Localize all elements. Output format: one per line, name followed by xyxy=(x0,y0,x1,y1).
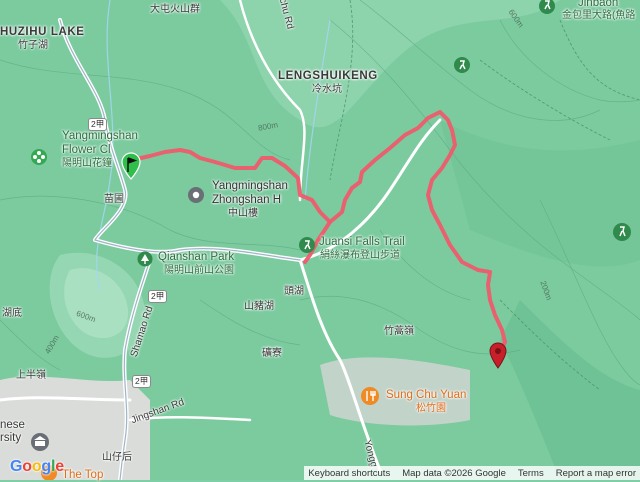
trail-marker-icon-2[interactable] xyxy=(612,222,632,242)
restaurant-icon[interactable] xyxy=(360,386,380,406)
label-juansi-falls-zh: 絹絲瀑布登山步道 xyxy=(320,250,400,261)
label-qianshan-park: Qianshan Park xyxy=(158,251,235,263)
label-shanzhu: 山豬湖 xyxy=(244,301,274,312)
label-flower-clock-1: Yangmingshan xyxy=(62,130,138,142)
label-sung-chu-yuan: Sung Chu Yuan xyxy=(386,389,467,401)
hiking-trail-icon[interactable] xyxy=(298,236,316,254)
label-shuzihu-lake: HUZIHU LAKE xyxy=(0,26,85,38)
label-flower-clock-zh: 陽明山花鐘 xyxy=(62,158,112,169)
label-shuzihu-zh: 竹子湖 xyxy=(18,40,48,51)
keyboard-shortcuts-link[interactable]: Keyboard shortcuts xyxy=(308,468,390,479)
label-flower-clock-2: Flower Cl xyxy=(62,144,111,156)
label-juansi-falls: Juansi Falls Trail xyxy=(319,236,405,248)
label-datun: 大屯火山群 xyxy=(150,4,200,15)
label-jinbao-zh: 金包里大路(魚路 xyxy=(562,10,636,21)
label-jinbao: Jinbaon xyxy=(578,0,619,9)
report-error-link[interactable]: Report a map error xyxy=(556,468,636,479)
hiking-trail-icon-2[interactable] xyxy=(453,56,471,74)
label-rsity: rsity xyxy=(0,432,22,444)
road-shield-2c: 2甲 xyxy=(132,375,152,388)
map-footer: Keyboard shortcuts Map data ©2026 Google… xyxy=(304,466,640,480)
label-miaopu: 苗圃 xyxy=(104,194,124,205)
label-the-top: The Top xyxy=(62,469,104,481)
label-hudi: 湖底 xyxy=(2,308,22,319)
label-shangban: 上半嶺 xyxy=(16,370,46,381)
label-qianshan-zh: 陽明山前山公園 xyxy=(164,265,234,276)
landmark-pin-icon[interactable] xyxy=(187,186,205,204)
label-sung-chu-zh: 松竹園 xyxy=(416,403,446,414)
label-zhongshan-zh: 中山樓 xyxy=(228,208,258,219)
start-marker[interactable] xyxy=(121,152,141,180)
end-marker[interactable] xyxy=(489,342,507,370)
park-tree-icon[interactable] xyxy=(137,251,153,267)
label-kuangliao: 礦寮 xyxy=(262,348,282,359)
label-toutu: 頭湖 xyxy=(284,286,304,297)
road-shield-2a: 2甲 xyxy=(88,118,108,131)
label-zhongshan-1: Yangmingshan xyxy=(212,180,288,192)
trail-marker-icon[interactable] xyxy=(538,0,556,16)
google-logo: Google xyxy=(10,458,64,475)
flower-clock-icon[interactable] xyxy=(30,148,48,166)
road-shield-2b: 2甲 xyxy=(148,290,168,303)
label-zhuhao: 竹蒿嶺 xyxy=(384,326,414,337)
map-data-attribution: Map data ©2026 Google xyxy=(402,467,506,479)
university-icon[interactable] xyxy=(30,432,50,452)
label-zhongshan-2: Zhongshan H xyxy=(212,194,282,206)
terms-link[interactable]: Terms xyxy=(518,468,544,479)
label-nese: nese xyxy=(0,419,25,431)
label-lengshuikeng: LENGSHUIKENG xyxy=(278,70,378,82)
label-shanzaihou: 山仔后 xyxy=(102,452,132,463)
label-lengshuikeng-zh: 冷水坑 xyxy=(312,84,342,95)
